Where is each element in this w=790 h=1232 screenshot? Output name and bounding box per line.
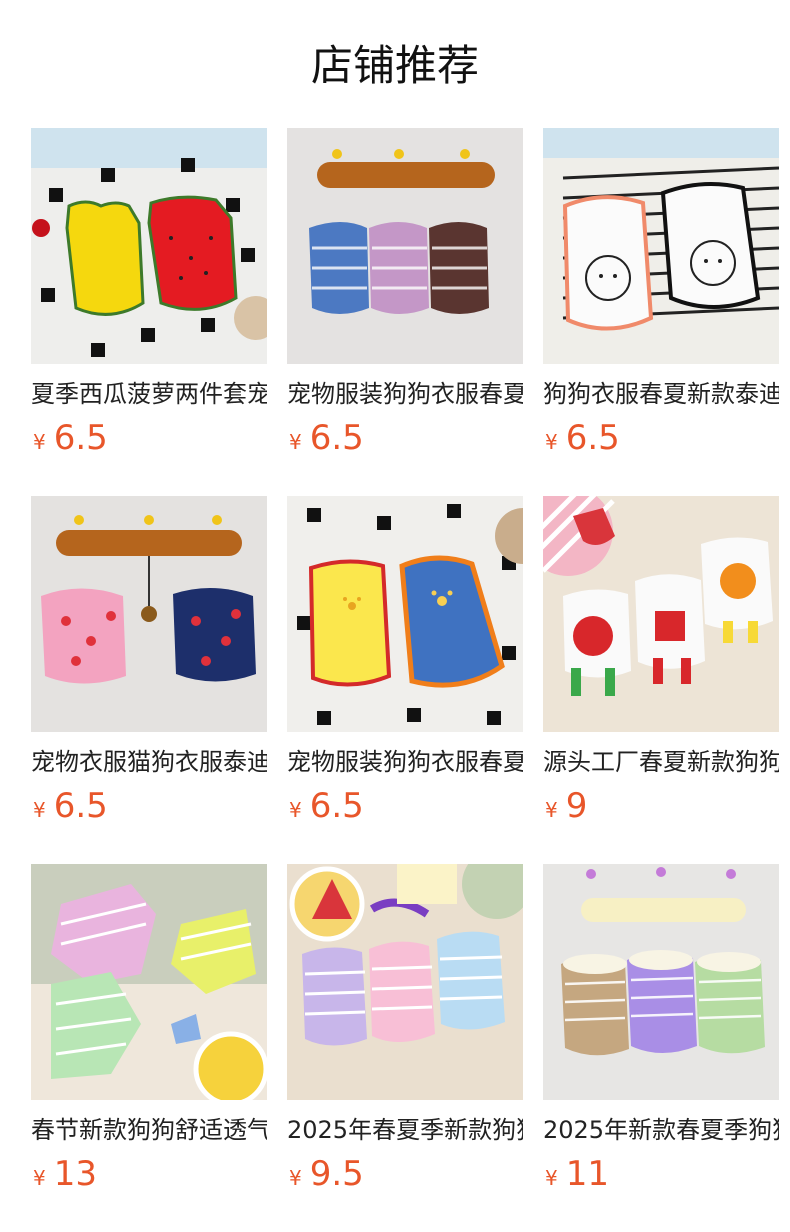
product-image-bear-vests[interactable]	[543, 128, 779, 364]
product-price: ¥ 6.5	[287, 418, 523, 458]
product-name[interactable]: 春节新款狗狗舒适透气四脚衣	[31, 1114, 267, 1146]
product-image-watermelon-pineapple[interactable]	[31, 128, 267, 364]
product-price: ¥ 6.5	[31, 418, 267, 458]
product-price: ¥ 9.5	[287, 1154, 523, 1194]
currency-symbol: ¥	[289, 798, 302, 822]
product-card[interactable]: 夏季西瓜菠萝两件套宠物衣服 ¥ 6.5	[31, 128, 267, 496]
currency-symbol: ¥	[289, 1166, 302, 1190]
product-name[interactable]: 夏季西瓜菠萝两件套宠物衣服	[31, 378, 267, 410]
price-value: 6.5	[309, 786, 364, 826]
product-name[interactable]: 2025年春夏季新款狗狗背心	[287, 1114, 523, 1146]
currency-symbol: ¥	[545, 798, 558, 822]
price-value: 6.5	[53, 418, 108, 458]
product-card[interactable]: 宠物衣服猫狗衣服泰迪龙虾背心 ¥ 6.5	[31, 496, 267, 864]
product-name[interactable]: 宠物衣服猫狗衣服泰迪龙虾背心	[31, 746, 267, 778]
product-name[interactable]: 宠物服装狗狗衣服春夏爪印背心	[287, 746, 523, 778]
product-image-striped-vests[interactable]	[287, 128, 523, 364]
section-title: 店铺推荐	[310, 41, 479, 90]
product-name[interactable]: 宠物服装狗狗衣服春夏条纹背心	[287, 378, 523, 410]
product-grid: 夏季西瓜菠萝两件套宠物衣服 ¥ 6.5 宠物服装狗狗衣服春夏条纹背心	[31, 128, 790, 1232]
price-value: 6.5	[53, 786, 108, 826]
currency-symbol: ¥	[33, 798, 46, 822]
currency-symbol: ¥	[545, 430, 558, 454]
price-value: 13	[53, 1154, 97, 1194]
price-value: 9.5	[309, 1154, 364, 1194]
product-card[interactable]: 春节新款狗狗舒适透气四脚衣 ¥ 13	[31, 864, 267, 1232]
product-image-cartoon-vests[interactable]	[543, 496, 779, 732]
product-price: ¥ 6.5	[543, 418, 779, 458]
product-name[interactable]: 2025年新款春夏季狗狗背心	[543, 1114, 779, 1146]
product-price: ¥ 13	[31, 1154, 267, 1194]
product-price: ¥ 9	[543, 786, 779, 826]
currency-symbol: ¥	[33, 1166, 46, 1190]
product-card[interactable]: 2025年新款春夏季狗狗背心 ¥ 11	[543, 864, 779, 1232]
product-image-friend-vests[interactable]	[287, 864, 523, 1100]
product-name[interactable]: 源头工厂春夏新款狗狗卡通背心	[543, 746, 779, 778]
product-image-collared-vests[interactable]	[543, 864, 779, 1100]
product-name[interactable]: 狗狗衣服春夏新款泰迪小熊背心	[543, 378, 779, 410]
currency-symbol: ¥	[289, 430, 302, 454]
product-card[interactable]: 宠物服装狗狗衣服春夏条纹背心 ¥ 6.5	[287, 128, 523, 496]
currency-symbol: ¥	[545, 1166, 558, 1190]
product-price: ¥ 11	[543, 1154, 779, 1194]
product-price: ¥ 6.5	[31, 786, 267, 826]
price-value: 9	[565, 786, 588, 826]
currency-symbol: ¥	[33, 430, 46, 454]
price-value: 11	[565, 1154, 609, 1194]
price-value: 6.5	[565, 418, 620, 458]
product-image-lobster-vests[interactable]	[31, 496, 267, 732]
price-value: 6.5	[309, 418, 364, 458]
product-card[interactable]: 宠物服装狗狗衣服春夏爪印背心 ¥ 6.5	[287, 496, 523, 864]
product-image-striped-pajamas[interactable]	[31, 864, 267, 1100]
product-price: ¥ 6.5	[287, 786, 523, 826]
product-card[interactable]: 2025年春夏季新款狗狗背心 ¥ 9.5	[287, 864, 523, 1232]
product-card[interactable]: 源头工厂春夏新款狗狗卡通背心 ¥ 9	[543, 496, 779, 864]
product-card[interactable]: 狗狗衣服春夏新款泰迪小熊背心 ¥ 6.5	[543, 128, 779, 496]
product-image-paw-vests[interactable]	[287, 496, 523, 732]
